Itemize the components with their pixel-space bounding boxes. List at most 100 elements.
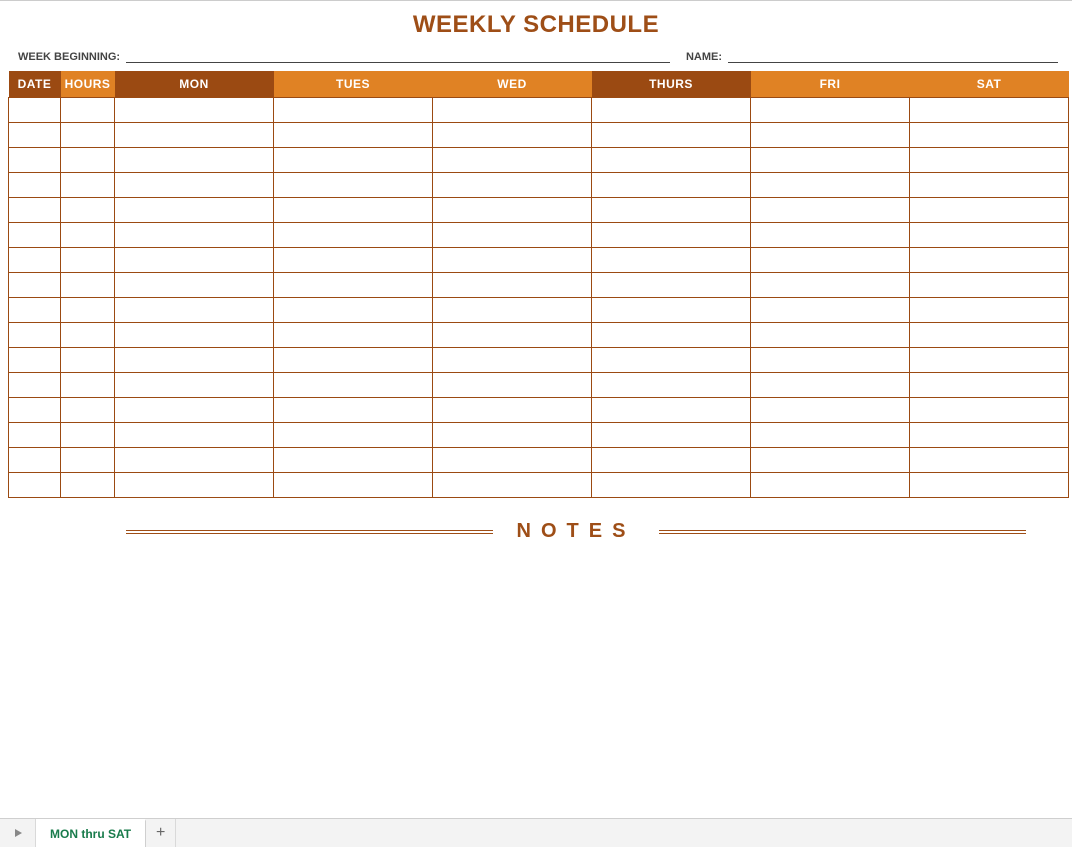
table-cell[interactable] bbox=[61, 273, 115, 298]
sheet-nav-button[interactable] bbox=[0, 819, 36, 847]
table-cell[interactable] bbox=[910, 98, 1069, 123]
table-cell[interactable] bbox=[751, 448, 910, 473]
table-cell[interactable] bbox=[9, 273, 61, 298]
table-cell[interactable] bbox=[61, 473, 115, 498]
table-cell[interactable] bbox=[274, 123, 433, 148]
table-cell[interactable] bbox=[751, 223, 910, 248]
table-cell[interactable] bbox=[61, 398, 115, 423]
table-cell[interactable] bbox=[910, 173, 1069, 198]
table-cell[interactable] bbox=[274, 173, 433, 198]
table-cell[interactable] bbox=[910, 123, 1069, 148]
table-cell[interactable] bbox=[61, 323, 115, 348]
table-cell[interactable] bbox=[910, 198, 1069, 223]
table-cell[interactable] bbox=[61, 423, 115, 448]
table-cell[interactable] bbox=[433, 448, 592, 473]
table-cell[interactable] bbox=[592, 148, 751, 173]
table-cell[interactable] bbox=[910, 448, 1069, 473]
table-cell[interactable] bbox=[910, 298, 1069, 323]
table-cell[interactable] bbox=[61, 123, 115, 148]
table-cell[interactable] bbox=[9, 148, 61, 173]
table-cell[interactable] bbox=[274, 198, 433, 223]
table-cell[interactable] bbox=[751, 173, 910, 198]
table-cell[interactable] bbox=[115, 198, 274, 223]
table-cell[interactable] bbox=[433, 473, 592, 498]
table-cell[interactable] bbox=[115, 248, 274, 273]
table-cell[interactable] bbox=[433, 173, 592, 198]
table-cell[interactable] bbox=[9, 423, 61, 448]
week-beginning-input[interactable] bbox=[126, 47, 670, 63]
table-cell[interactable] bbox=[751, 398, 910, 423]
table-cell[interactable] bbox=[751, 348, 910, 373]
table-cell[interactable] bbox=[751, 198, 910, 223]
table-cell[interactable] bbox=[9, 473, 61, 498]
table-cell[interactable] bbox=[274, 373, 433, 398]
table-cell[interactable] bbox=[9, 373, 61, 398]
table-cell[interactable] bbox=[433, 273, 592, 298]
table-cell[interactable] bbox=[592, 173, 751, 198]
table-cell[interactable] bbox=[910, 373, 1069, 398]
table-cell[interactable] bbox=[751, 473, 910, 498]
table-cell[interactable] bbox=[61, 148, 115, 173]
table-cell[interactable] bbox=[274, 298, 433, 323]
table-cell[interactable] bbox=[592, 248, 751, 273]
table-cell[interactable] bbox=[592, 198, 751, 223]
table-cell[interactable] bbox=[274, 473, 433, 498]
table-cell[interactable] bbox=[592, 273, 751, 298]
table-cell[interactable] bbox=[115, 323, 274, 348]
table-cell[interactable] bbox=[274, 323, 433, 348]
table-cell[interactable] bbox=[433, 98, 592, 123]
table-cell[interactable] bbox=[115, 298, 274, 323]
table-cell[interactable] bbox=[751, 248, 910, 273]
table-cell[interactable] bbox=[910, 323, 1069, 348]
table-cell[interactable] bbox=[115, 98, 274, 123]
table-cell[interactable] bbox=[115, 448, 274, 473]
table-cell[interactable] bbox=[910, 223, 1069, 248]
table-cell[interactable] bbox=[9, 398, 61, 423]
table-cell[interactable] bbox=[592, 323, 751, 348]
table-cell[interactable] bbox=[9, 348, 61, 373]
table-cell[interactable] bbox=[751, 123, 910, 148]
table-cell[interactable] bbox=[433, 248, 592, 273]
name-input[interactable] bbox=[728, 47, 1058, 63]
table-cell[interactable] bbox=[274, 423, 433, 448]
table-cell[interactable] bbox=[274, 98, 433, 123]
table-cell[interactable] bbox=[115, 348, 274, 373]
table-cell[interactable] bbox=[751, 373, 910, 398]
table-cell[interactable] bbox=[592, 423, 751, 448]
table-cell[interactable] bbox=[910, 148, 1069, 173]
table-cell[interactable] bbox=[274, 273, 433, 298]
sheet-tab-active[interactable]: MON thru SAT bbox=[36, 819, 146, 847]
table-cell[interactable] bbox=[115, 473, 274, 498]
table-cell[interactable] bbox=[61, 348, 115, 373]
table-cell[interactable] bbox=[910, 348, 1069, 373]
table-cell[interactable] bbox=[751, 273, 910, 298]
table-cell[interactable] bbox=[433, 398, 592, 423]
table-cell[interactable] bbox=[910, 423, 1069, 448]
table-cell[interactable] bbox=[433, 148, 592, 173]
table-cell[interactable] bbox=[433, 373, 592, 398]
table-cell[interactable] bbox=[9, 298, 61, 323]
table-cell[interactable] bbox=[274, 448, 433, 473]
table-cell[interactable] bbox=[592, 123, 751, 148]
table-cell[interactable] bbox=[115, 273, 274, 298]
table-cell[interactable] bbox=[61, 373, 115, 398]
table-cell[interactable] bbox=[61, 98, 115, 123]
table-cell[interactable] bbox=[9, 198, 61, 223]
table-cell[interactable] bbox=[751, 98, 910, 123]
table-cell[interactable] bbox=[592, 448, 751, 473]
table-cell[interactable] bbox=[61, 198, 115, 223]
table-cell[interactable] bbox=[9, 123, 61, 148]
table-cell[interactable] bbox=[751, 298, 910, 323]
table-cell[interactable] bbox=[433, 423, 592, 448]
table-cell[interactable] bbox=[61, 248, 115, 273]
table-cell[interactable] bbox=[274, 348, 433, 373]
table-cell[interactable] bbox=[115, 173, 274, 198]
table-cell[interactable] bbox=[433, 298, 592, 323]
table-cell[interactable] bbox=[115, 123, 274, 148]
table-cell[interactable] bbox=[9, 248, 61, 273]
table-cell[interactable] bbox=[115, 423, 274, 448]
table-cell[interactable] bbox=[433, 223, 592, 248]
table-cell[interactable] bbox=[61, 448, 115, 473]
table-cell[interactable] bbox=[274, 398, 433, 423]
table-cell[interactable] bbox=[9, 448, 61, 473]
